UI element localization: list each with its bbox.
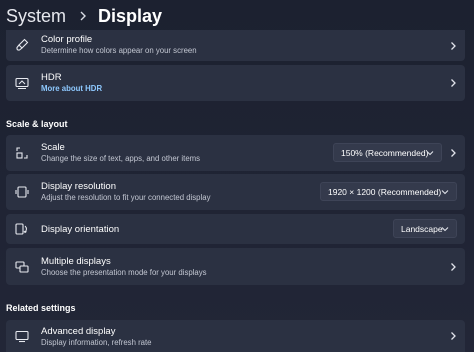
multiple-displays-card[interactable]: Multiple displays Choose the presentatio… [6,248,465,285]
more-about-hdr-link[interactable]: More about HDR [41,84,102,93]
resolution-icon [15,185,29,199]
multiple-displays-subtitle: Choose the presentation mode for your di… [41,268,207,277]
breadcrumb-system[interactable]: System [6,6,66,27]
display-orientation-card: Display orientation Landscape [6,214,465,244]
chevron-down-icon [441,227,449,232]
scale-layout-header: Scale & layout [6,119,68,129]
page-title: Display [98,5,163,26]
advanced-display-title: Advanced display [41,326,116,337]
monitor-icon [15,329,29,343]
brush-icon [15,38,29,52]
chevron-right-icon[interactable] [449,148,457,158]
display-resolution-title: Display resolution [41,181,116,192]
scale-dropdown[interactable]: 150% (Recommended) [333,143,442,162]
multiple-displays-icon [15,260,29,274]
multiple-displays-title: Multiple displays [41,256,111,267]
chevron-right-icon [451,263,456,271]
chevron-down-icon [441,190,449,195]
color-profile-subtitle: Determine how colors appear on your scre… [41,46,197,55]
hdr-title: HDR [41,72,62,83]
chevron-down-icon [426,151,434,156]
breadcrumb-chevron-icon [80,11,87,21]
advanced-display-card[interactable]: Advanced display Display information, re… [6,320,465,352]
resolution-dropdown-value: 1920 × 1200 (Recommended) [328,186,442,197]
scale-title: Scale [41,142,65,153]
orientation-dropdown-value: Landscape [401,223,443,234]
display-settings-page: System Display Color profile Determine h… [0,0,474,352]
resolution-dropdown[interactable]: 1920 × 1200 (Recommended) [320,182,457,201]
scale-dropdown-value: 150% (Recommended) [341,147,429,158]
scale-icon [15,146,29,160]
advanced-display-subtitle: Display information, refresh rate [41,338,152,347]
hdr-icon [15,76,29,90]
hdr-card[interactable]: HDR More about HDR [6,65,465,101]
color-profile-title: Color profile [41,34,93,45]
breadcrumb: System Display [6,3,162,29]
display-orientation-title: Display orientation [41,224,120,235]
color-profile-card[interactable]: Color profile Determine how colors appea… [6,30,465,61]
orientation-icon [15,222,29,236]
orientation-dropdown[interactable]: Landscape [393,219,457,238]
chevron-right-icon [451,42,456,50]
display-resolution-subtitle: Adjust the resolution to fit your connec… [41,193,211,202]
display-resolution-card: Display resolution Adjust the resolution… [6,174,465,210]
scale-card: Scale Change the size of text, apps, and… [6,135,465,171]
chevron-right-icon [451,79,456,87]
chevron-right-icon [451,332,456,340]
related-settings-header: Related settings [6,303,76,313]
scale-subtitle: Change the size of text, apps, and other… [41,154,201,163]
